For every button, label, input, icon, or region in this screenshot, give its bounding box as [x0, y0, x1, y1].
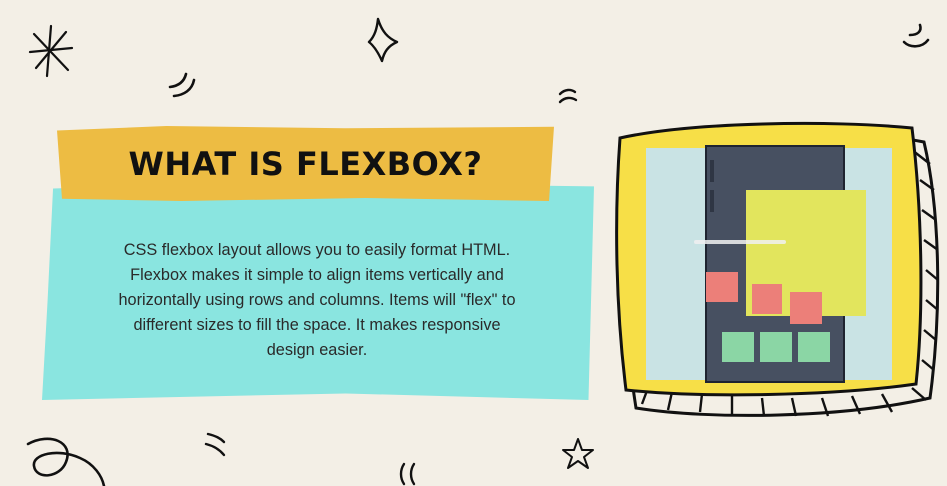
squiggle-doodle-icon	[26, 437, 106, 486]
diamond-doodle-icon	[367, 17, 399, 63]
tick-marks-doodle-icon	[204, 432, 226, 457]
flexbox-illustration	[615, 121, 940, 417]
slide-description: CSS flexbox layout allows you to easily …	[118, 241, 516, 359]
tick-marks-doodle-icon	[902, 23, 930, 48]
slide-title: WHAT IS FLEXBOX?	[128, 144, 483, 183]
green-boxes	[722, 332, 830, 362]
star-doodle-icon	[562, 438, 594, 469]
asterisk-doodle-icon	[28, 24, 74, 78]
tick-marks-doodle-icon	[558, 88, 578, 104]
tick-marks-doodle-icon	[399, 462, 416, 486]
title-background: WHAT IS FLEXBOX?	[57, 126, 554, 201]
tick-marks-doodle-icon	[168, 72, 196, 98]
